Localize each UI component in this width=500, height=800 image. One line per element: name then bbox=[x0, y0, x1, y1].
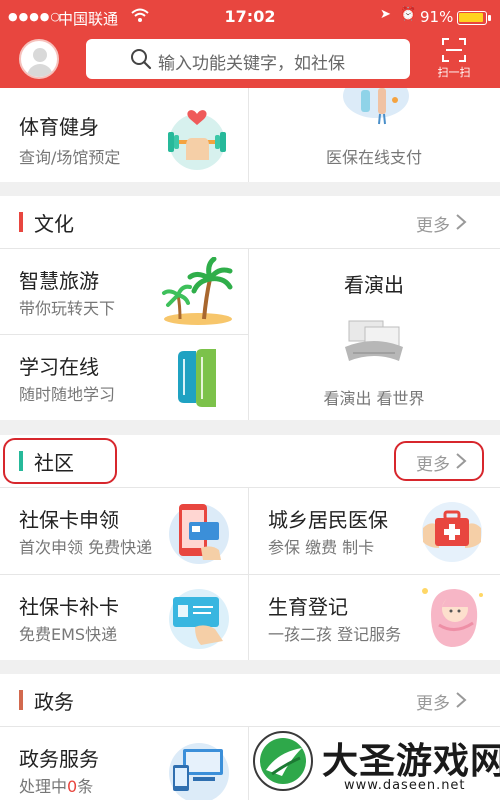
section-header-government: 政务 更多 bbox=[0, 674, 500, 726]
section-title: 政务 bbox=[34, 690, 74, 714]
palm-island-icon bbox=[162, 257, 233, 325]
watermark-url: www.daseen.net bbox=[344, 778, 466, 793]
subtitle-suffix: 条 bbox=[77, 777, 94, 796]
section-title: 文化 bbox=[34, 212, 74, 236]
service-gov-services[interactable]: 政务服务 处理中0条 bbox=[0, 727, 248, 800]
service-medical-payment[interactable]: 医保在线支付 bbox=[249, 88, 500, 182]
service-subtitle: 医保在线支付 bbox=[325, 148, 422, 167]
user-avatar[interactable] bbox=[19, 39, 59, 79]
service-ssc-application[interactable]: 社保卡申领 首次申领 免费快递 bbox=[0, 488, 248, 574]
search-placeholder: 输入功能关键字，如社保 bbox=[158, 54, 345, 74]
chevron-right-icon[interactable] bbox=[455, 691, 467, 709]
service-subtitle: 一孩二孩 登记服务 bbox=[268, 625, 402, 644]
service-title: 社保卡申领 bbox=[19, 508, 119, 532]
medical-kit-icon bbox=[422, 502, 482, 562]
avatar-body-shape bbox=[27, 64, 53, 77]
top-service-row: 体育健身 查询/场馆预定 医保在线支付 bbox=[0, 88, 500, 182]
annotation-circle-section-title bbox=[3, 438, 117, 484]
service-title: 体育健身 bbox=[19, 115, 99, 139]
site-watermark: 大圣游戏网 www.daseen.net bbox=[248, 728, 500, 800]
battery-icon bbox=[457, 11, 491, 25]
search-box[interactable]: 输入功能关键字，如社保 bbox=[86, 39, 410, 79]
annotation-circle-more-link bbox=[394, 441, 484, 481]
culture-grid: 智慧旅游 带你玩转天下 看演出 看演出 看世界 学习在线 随时随地学习 bbox=[0, 249, 500, 420]
more-link[interactable]: 更多 bbox=[416, 689, 450, 714]
phone-card-icon bbox=[169, 504, 229, 564]
service-title: 政务服务 bbox=[19, 747, 99, 771]
battery-percentage: 91% bbox=[420, 8, 454, 26]
service-title: 城乡居民医保 bbox=[268, 508, 388, 532]
service-subtitle: 免费EMS快递 bbox=[19, 625, 118, 644]
baby-icon bbox=[422, 588, 483, 647]
chevron-right-icon[interactable] bbox=[455, 213, 467, 231]
service-online-learning[interactable]: 学习在线 随时随地学习 bbox=[0, 335, 248, 420]
books-icon bbox=[178, 349, 216, 407]
top-navigation-bar: 输入功能关键字，如社保 扫一扫 bbox=[0, 34, 500, 88]
devices-icon bbox=[169, 743, 229, 800]
status-bar: ●●●●○ 中国联通 17:02 ➤ ⏰ 91% bbox=[0, 0, 500, 34]
service-birth-registration[interactable]: 生育登记 一孩二孩 登记服务 bbox=[249, 575, 500, 660]
service-title: 智慧旅游 bbox=[19, 269, 99, 293]
service-subtitle: 参保 缴费 制卡 bbox=[268, 538, 375, 557]
avatar-head-shape bbox=[33, 48, 47, 62]
service-subtitle: 看演出 看世界 bbox=[323, 389, 425, 408]
scan-qr-icon bbox=[442, 38, 466, 62]
service-subtitle: 查询/场馆预定 bbox=[19, 148, 121, 167]
scan-label: 扫一扫 bbox=[437, 66, 471, 79]
section-accent-bar bbox=[19, 690, 23, 710]
section-header-culture: 文化 更多 bbox=[0, 196, 500, 248]
theater-tickets-illustration bbox=[345, 320, 403, 361]
service-title: 看演出 bbox=[344, 273, 404, 297]
fitness-dumbbell-icon bbox=[168, 110, 226, 170]
service-subtitle: 处理中0条 bbox=[19, 773, 93, 797]
service-shows[interactable]: 看演出 看演出 看世界 bbox=[249, 249, 500, 420]
search-icon bbox=[131, 49, 152, 70]
watermark-logo bbox=[253, 731, 313, 791]
subtitle-prefix: 处理中 bbox=[19, 777, 68, 796]
pending-count: 0 bbox=[67, 777, 78, 796]
watermark-name: 大圣游戏网 bbox=[322, 741, 500, 782]
service-title: 社保卡补卡 bbox=[19, 595, 119, 619]
community-grid: 社保卡申领 首次申领 免费快递 城乡居民医保 参保 缴费 制卡 社保卡补卡 免费… bbox=[0, 488, 500, 660]
service-subtitle: 首次申领 免费快递 bbox=[19, 538, 153, 557]
more-link[interactable]: 更多 bbox=[416, 211, 450, 236]
medical-payment-illustration bbox=[343, 88, 409, 125]
service-resident-medical-insurance[interactable]: 城乡居民医保 参保 缴费 制卡 bbox=[249, 488, 500, 574]
service-title: 学习在线 bbox=[19, 355, 99, 379]
alarm-clock-icon: ⏰ bbox=[400, 7, 417, 22]
service-subtitle: 随时随地学习 bbox=[19, 385, 116, 404]
service-title: 生育登记 bbox=[268, 595, 348, 619]
location-arrow-icon: ➤ bbox=[380, 7, 391, 22]
service-smart-travel[interactable]: 智慧旅游 带你玩转天下 bbox=[0, 249, 248, 334]
scan-button[interactable]: 扫一扫 bbox=[432, 37, 476, 83]
service-ssc-replacement[interactable]: 社保卡补卡 免费EMS快递 bbox=[0, 575, 248, 660]
service-subtitle: 带你玩转天下 bbox=[19, 299, 116, 318]
service-fitness[interactable]: 体育健身 查询/场馆预定 bbox=[0, 88, 248, 182]
section-accent-bar bbox=[19, 212, 23, 232]
hand-card-icon bbox=[169, 589, 229, 649]
